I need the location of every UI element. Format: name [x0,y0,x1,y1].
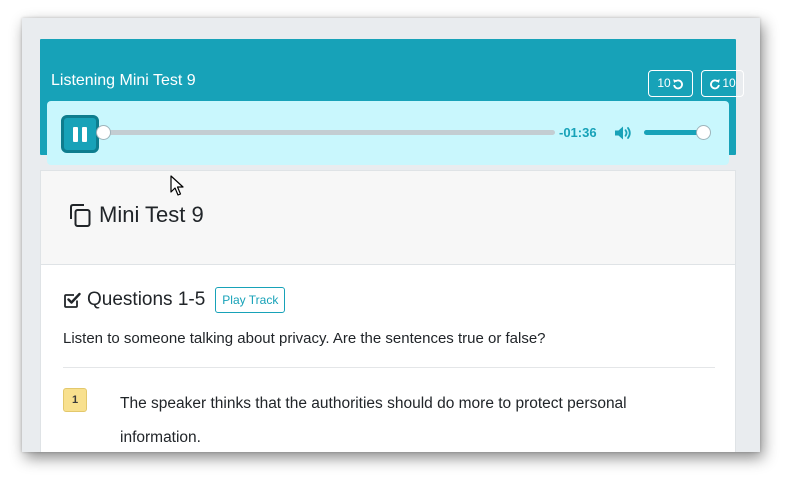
test-title: Mini Test 9 [99,202,204,227]
card-header: Mini Test 9 [41,171,735,265]
pause-icon-bar-left [73,126,78,142]
pause-icon-bar-right [82,126,87,142]
rewind-icon [672,78,683,89]
pause-button[interactable] [61,115,99,153]
progress-handle[interactable] [95,125,111,140]
volume-handle[interactable] [695,125,711,140]
time-remaining: -01:36 [559,125,597,140]
test-card: Mini Test 9 Questions 1-5 Play Track Lis… [40,170,736,452]
rewind-10-label: 10 [657,76,671,90]
volume-fill [644,130,703,135]
player-title: Listening Mini Test 9 [51,72,196,89]
mouse-cursor-icon [170,175,184,196]
volume-icon[interactable] [614,125,633,141]
player-controls: -01:36 [47,101,729,165]
divider [63,367,715,368]
volume-slider[interactable] [644,125,711,140]
forward-10-button[interactable]: 10 [701,70,744,97]
progress-slider[interactable] [95,125,555,140]
section-instructions: Listen to someone talking about privacy.… [63,330,546,347]
forward-icon [710,78,721,89]
check-square-icon [64,292,81,308]
question-text: The speaker thinks that the authorities … [120,395,627,446]
section-heading-text: Questions 1-5 [87,289,206,310]
audio-player: Listening Mini Test 9 10 10 -01:36 [40,39,744,165]
question-number-badge: 1 [63,388,87,412]
copy-icon [70,204,91,227]
section-heading: Questions 1-5 Play Track [63,287,286,313]
forward-10-label: 10 [722,76,736,90]
play-track-button[interactable]: Play Track [215,287,286,313]
rewind-10-button[interactable]: 10 [648,70,693,97]
app-window: Listening Mini Test 9 10 10 -01:36 Mini … [22,18,760,452]
